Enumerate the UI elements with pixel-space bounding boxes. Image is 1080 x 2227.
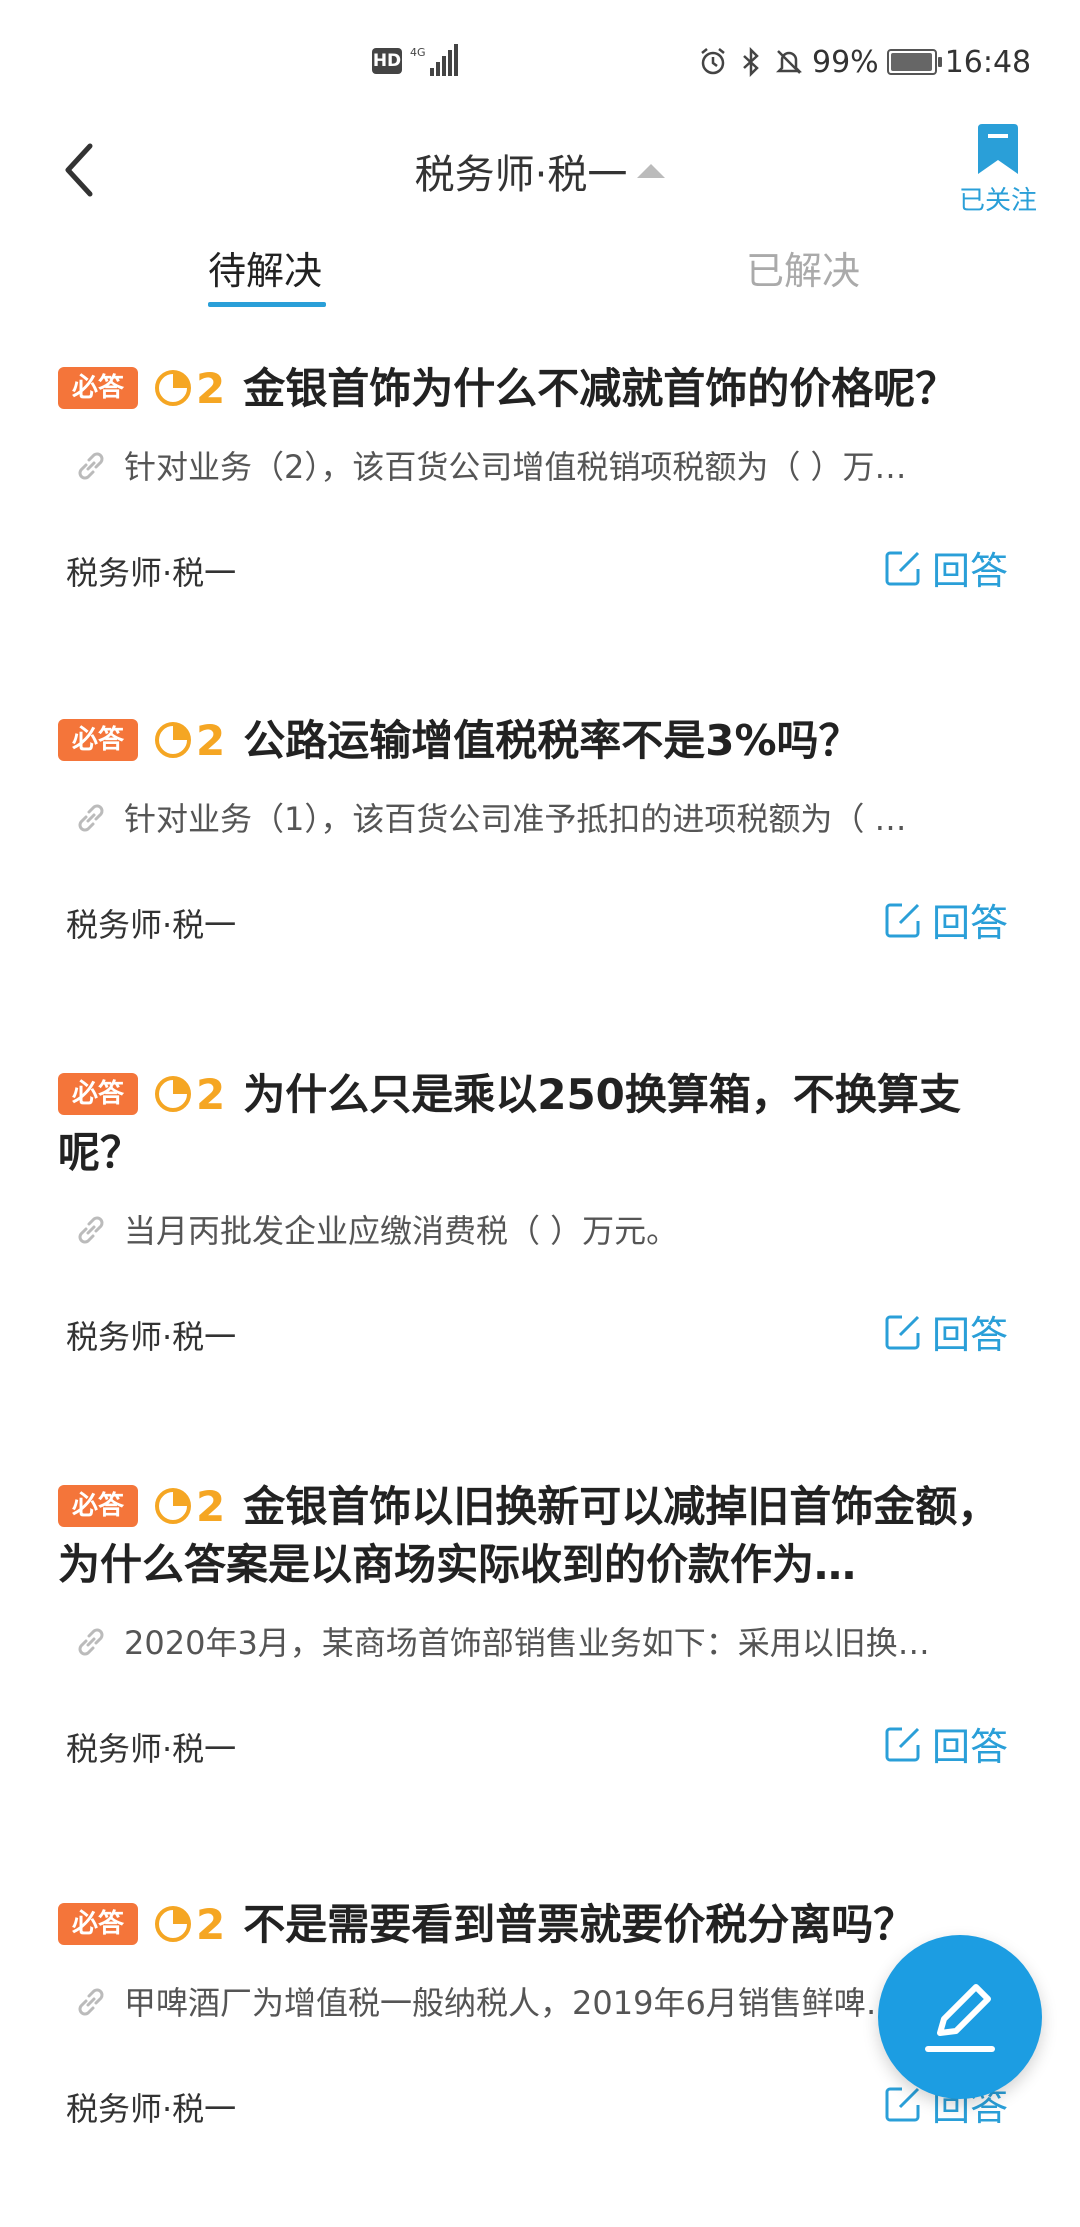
reward-amount: 2	[196, 1482, 226, 1531]
reward-amount: 2	[196, 716, 226, 765]
coin-icon	[155, 369, 191, 406]
signal-icon: 4G	[410, 44, 458, 76]
answer-label: 回答	[932, 1725, 1009, 1769]
signal-label: 4G	[410, 46, 426, 59]
answer-button[interactable]: 回答	[884, 1304, 1008, 1359]
question-title[interactable]: 必答 2 不是需要看到普票就要价税分离吗？	[58, 1896, 1030, 1954]
question-reference[interactable]: 2020年3月，某商场首饰部销售业务如下：采用以旧换…	[72, 1618, 1020, 1664]
reward-amount: 2	[196, 1070, 226, 1119]
question-title-text: 不是需要看到普票就要价税分离吗？	[243, 1900, 916, 1949]
question-author: 税务师·税一	[66, 1318, 237, 1356]
question-title-text: 为什么只是乘以250换算箱，不换算支呢？	[58, 1070, 961, 1177]
question-reference[interactable]: 当月丙批发企业应缴消费税（ ）万元。	[72, 1206, 1020, 1252]
link-icon	[78, 452, 104, 480]
pencil-icon	[925, 1984, 995, 2052]
coin-icon	[155, 1075, 191, 1112]
edit-icon	[885, 551, 920, 585]
caret-up-icon	[637, 164, 666, 178]
coin-icon	[155, 721, 191, 758]
question-author: 税务师·税一	[66, 906, 237, 944]
mute-icon	[775, 50, 803, 74]
must-answer-badge: 必答	[58, 366, 138, 409]
status-right: 99% 16:48	[698, 42, 1031, 82]
question-author: 税务师·税一	[66, 1730, 237, 1768]
tab-bar: 待解决 已解决	[0, 240, 1080, 310]
edit-icon	[885, 1315, 920, 1349]
question-reference[interactable]: 针对业务（1），该百货公司准予抵扣的进项税额为（ …	[72, 794, 1020, 840]
follow-button[interactable]: 已关注	[948, 124, 1048, 224]
question-title[interactable]: 必答 2 公路运输增值税税率不是3%吗？	[58, 712, 1030, 770]
link-icon	[78, 1628, 104, 1656]
follow-label: 已关注	[958, 186, 1037, 216]
tab-pending[interactable]: 待解决	[208, 240, 322, 295]
question-title[interactable]: 必答 2 为什么只是乘以250换算箱，不换算支呢？	[58, 1066, 1030, 1182]
alarm-icon	[701, 48, 725, 75]
active-tab-indicator	[208, 302, 326, 307]
question-title-text: 公路运输增值税税率不是3%吗？	[243, 716, 861, 765]
edit-icon	[885, 1727, 920, 1761]
reference-text: 针对业务（1），该百货公司准予抵扣的进项税额为（ …	[124, 800, 907, 838]
answer-label: 回答	[932, 1313, 1009, 1357]
link-icon	[78, 804, 104, 832]
clock: 16:48	[944, 44, 1032, 80]
must-answer-badge: 必答	[58, 1484, 138, 1527]
tab-resolved[interactable]: 已解决	[746, 240, 860, 295]
question-reference[interactable]: 针对业务（2），该百货公司增值税销项税额为（ ）万…	[72, 442, 1020, 488]
link-icon	[78, 1988, 104, 2016]
must-answer-badge: 必答	[58, 718, 138, 761]
answer-label: 回答	[932, 901, 1009, 945]
question-title[interactable]: 必答 2 金银首饰以旧换新可以减掉旧首饰金额，为什么答案是以商场实际收到的价款作为…	[58, 1478, 1030, 1594]
status-bar: HD 4G 99% 16:48	[0, 0, 1080, 120]
reference-text: 针对业务（2），该百货公司增值税销项税额为（ ）万…	[124, 448, 907, 486]
battery-icon	[886, 49, 942, 75]
coin-icon	[155, 1487, 191, 1524]
page-title[interactable]: 税务师·税一	[0, 142, 1080, 200]
question-title-text: 金银首饰为什么不减就首饰的价格呢？	[243, 364, 958, 413]
edit-icon	[885, 903, 920, 937]
question-author: 税务师·税一	[66, 554, 237, 592]
bluetooth-icon	[743, 47, 759, 77]
reward-amount: 2	[196, 1900, 226, 1949]
coin-icon	[155, 1905, 191, 1942]
must-answer-badge: 必答	[58, 1902, 138, 1945]
edit-icon	[885, 2087, 920, 2121]
answer-label: 回答	[932, 549, 1009, 593]
question-title[interactable]: 必答 2 金银首饰为什么不减就首饰的价格呢？	[58, 360, 1030, 418]
link-icon	[78, 1216, 104, 1244]
reward-amount: 2	[196, 364, 226, 413]
answer-button[interactable]: 回答	[884, 892, 1008, 947]
question-author: 税务师·税一	[66, 2090, 237, 2128]
reference-text: 2020年3月，某商场首饰部销售业务如下：采用以旧换…	[124, 1624, 930, 1662]
must-answer-badge: 必答	[58, 1072, 138, 1115]
answer-button[interactable]: 回答	[884, 540, 1008, 595]
hd-indicator: HD	[372, 48, 402, 74]
reference-text: 甲啤酒厂为增值税一般纳税人，2019年6月销售鲜啤…	[124, 1984, 898, 2022]
reference-text: 当月丙批发企业应缴消费税（ ）万元。	[124, 1212, 679, 1250]
page-title-text: 税务师·税一	[414, 152, 628, 198]
ask-question-fab[interactable]	[878, 1935, 1042, 2099]
header: 税务师·税一 已关注	[0, 120, 1080, 250]
answer-button[interactable]: 回答	[884, 1716, 1008, 1771]
battery-percent: 99%	[812, 44, 879, 80]
bookmark-icon	[978, 124, 1018, 174]
